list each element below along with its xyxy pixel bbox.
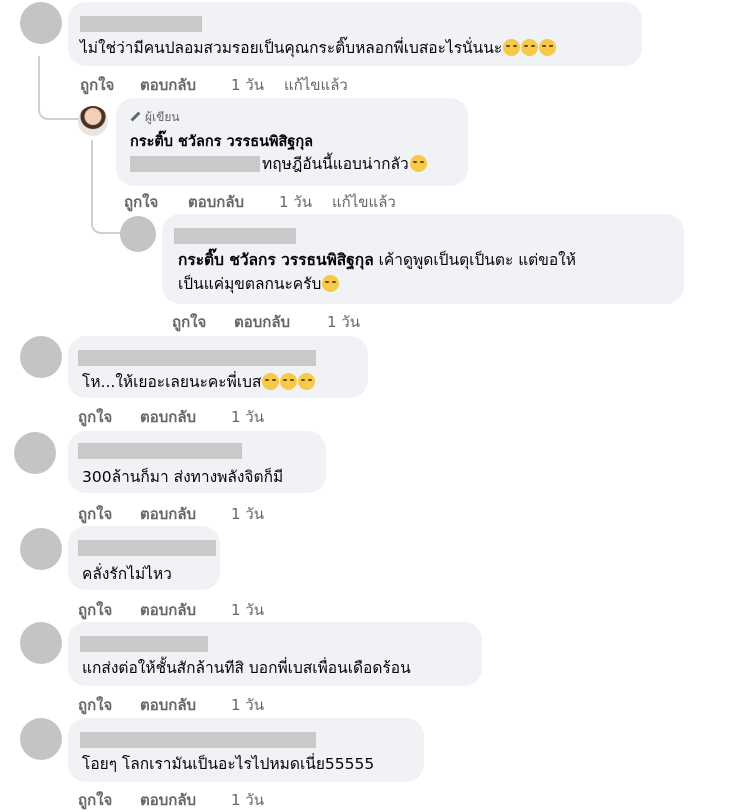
comment-text: ทฤษฎีอันนี้แอบน่ากลัว xyxy=(262,154,427,174)
avatar[interactable] xyxy=(14,432,56,474)
reply-button[interactable]: ตอบกลับ xyxy=(140,693,196,717)
rofl-face-icon xyxy=(298,373,316,390)
redacted-name xyxy=(80,732,316,748)
comment-bubble: แกส่งต่อให้ชั้นสักล้านทีสิ บอกพี่เบสเพื่… xyxy=(68,622,482,686)
reply-button[interactable]: ตอบกลับ xyxy=(140,73,196,97)
like-button[interactable]: ถูกใจ xyxy=(80,73,114,97)
timestamp[interactable]: 1 วัน xyxy=(327,310,360,334)
rofl-face-icon xyxy=(262,373,280,390)
reply-button[interactable]: ตอบกลับ xyxy=(234,310,290,334)
comment-bubble: กระติ๊บ ชวัลกร วรรธนพิสิฐกุล เค้าดูพูดเป… xyxy=(162,214,684,304)
comment-text: โห...ให้เยอะเลยนะคะพี่เบส xyxy=(82,372,316,392)
redacted-name xyxy=(80,16,202,32)
reply-button[interactable]: ตอบกลับ xyxy=(140,788,196,812)
comment-text: คลั่งรักไม่ไหว xyxy=(82,565,172,583)
like-button[interactable]: ถูกใจ xyxy=(78,788,112,812)
pensive-face-icon xyxy=(539,39,557,56)
comment-bubble: ผู้เขียน กระติ๊บ ชวัลกร วรรธนพิสิฐกุล ทฤ… xyxy=(116,98,468,186)
redacted-name xyxy=(80,636,208,652)
timestamp[interactable]: 1 วัน xyxy=(231,73,264,97)
comment-text: ไม่ใช่ว่ามีคนปลอมสวมรอยเป็นคุณกระติ๊บหลอ… xyxy=(80,38,557,58)
thread-line xyxy=(38,56,80,120)
redacted-name xyxy=(78,350,316,366)
mention-link[interactable]: กระติ๊บ ชวัลกร วรรธนพิสิฐกุล xyxy=(178,251,374,269)
timestamp[interactable]: 1 วัน xyxy=(231,598,264,622)
reply-button[interactable]: ตอบกลับ xyxy=(188,190,244,214)
avatar[interactable] xyxy=(20,336,62,378)
grin-sweat-face-icon xyxy=(322,275,340,292)
comment-bubble: โอยๆ โลกเรามันเป็นอะไรไปหมดเนี่ย55555 xyxy=(68,718,424,782)
redacted-name xyxy=(78,540,216,556)
timestamp[interactable]: 1 วัน xyxy=(231,502,264,526)
commenter-name[interactable]: กระติ๊บ ชวัลกร วรรธนพิสิฐกุล xyxy=(130,132,313,152)
like-button[interactable]: ถูกใจ xyxy=(124,190,158,214)
edited-label: แก้ไขแล้ว xyxy=(332,193,396,211)
author-badge: ผู้เขียน xyxy=(130,108,180,127)
avatar[interactable] xyxy=(120,216,156,252)
author-avatar[interactable] xyxy=(78,106,108,136)
timestamp[interactable]: 1 วัน xyxy=(231,405,264,429)
comment-text: เป็นแค่มุขตลกนะครับ xyxy=(178,274,340,294)
like-button[interactable]: ถูกใจ xyxy=(78,693,112,717)
edited-label: แก้ไขแล้ว xyxy=(284,76,348,94)
comment-bubble: คลั่งรักไม่ไหว xyxy=(68,526,220,590)
rofl-face-icon xyxy=(280,373,298,390)
avatar[interactable] xyxy=(20,718,62,760)
reply-button[interactable]: ตอบกลับ xyxy=(140,405,196,429)
like-button[interactable]: ถูกใจ xyxy=(78,502,112,526)
avatar[interactable] xyxy=(20,622,62,664)
pencil-icon xyxy=(130,111,141,122)
avatar[interactable] xyxy=(20,528,62,570)
redacted-name xyxy=(78,443,242,459)
comment-bubble: 300ล้านก็มา ส่งทางพลังจิตก็มี xyxy=(68,431,326,493)
comment-bubble: ไม่ใช่ว่ามีคนปลอมสวมรอยเป็นคุณกระติ๊บหลอ… xyxy=(68,2,642,66)
comment-text: 300ล้านก็มา ส่งทางพลังจิตก็มี xyxy=(82,468,284,486)
timestamp[interactable]: 1 วัน xyxy=(231,788,264,812)
pensive-face-icon xyxy=(503,39,521,56)
timestamp[interactable]: 1 วัน xyxy=(279,190,312,214)
comment-text: โอยๆ โลกเรามันเป็นอะไรไปหมดเนี่ย55555 xyxy=(82,755,375,773)
reply-button[interactable]: ตอบกลับ xyxy=(140,598,196,622)
avatar[interactable] xyxy=(20,2,62,44)
reply-button[interactable]: ตอบกลับ xyxy=(140,502,196,526)
comment-text: แกส่งต่อให้ชั้นสักล้านทีสิ บอกพี่เบสเพื่… xyxy=(82,659,411,677)
like-button[interactable]: ถูกใจ xyxy=(78,598,112,622)
like-button[interactable]: ถูกใจ xyxy=(172,310,206,334)
sweat-face-icon xyxy=(409,155,427,172)
like-button[interactable]: ถูกใจ xyxy=(78,405,112,429)
timestamp[interactable]: 1 วัน xyxy=(231,693,264,717)
pensive-face-icon xyxy=(521,39,539,56)
comment-bubble: โห...ให้เยอะเลยนะคะพี่เบส xyxy=(68,336,368,398)
redacted-name xyxy=(174,228,296,244)
redacted-mention xyxy=(130,156,260,172)
comment-text: กระติ๊บ ชวัลกร วรรธนพิสิฐกุล เค้าดูพูดเป… xyxy=(178,251,576,269)
